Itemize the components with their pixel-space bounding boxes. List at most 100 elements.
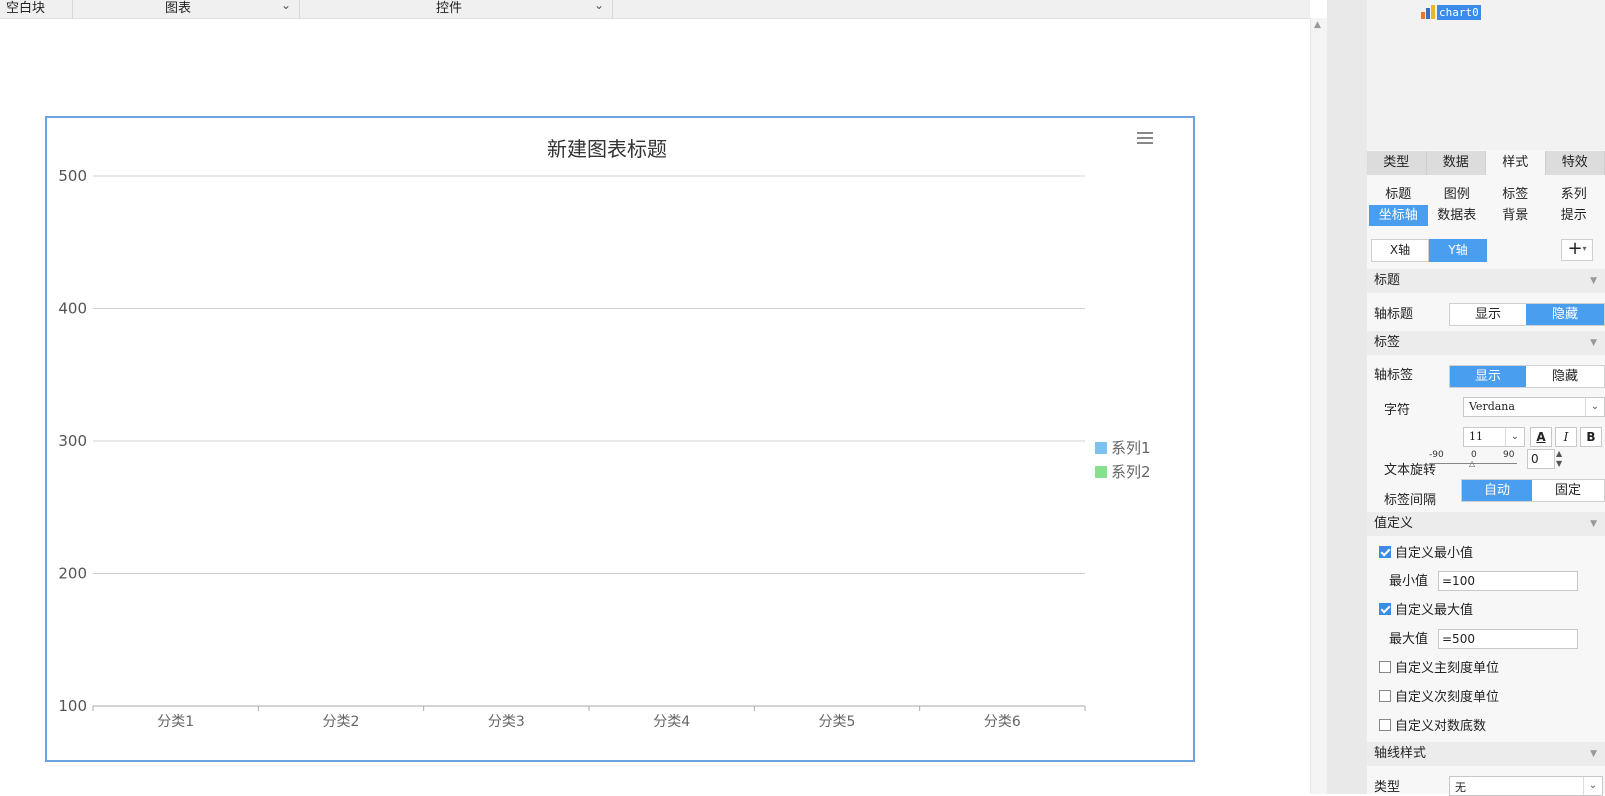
log-base-checkbox[interactable] — [1379, 719, 1391, 731]
min-value-label: 最小值 — [1389, 570, 1428, 589]
axis-title-hide-button[interactable]: 隐藏 — [1526, 304, 1604, 325]
slider-thumb-icon[interactable]: △ — [1469, 459, 1475, 468]
font-size-select[interactable]: 11 ⌄ — [1463, 427, 1525, 447]
y-axis-button[interactable]: Y轴 — [1429, 239, 1487, 262]
style-sub-tabs: 标题 图例 标签 系列 坐标轴 数据表 背景 提示 — [1369, 184, 1603, 226]
chart-title: 新建图表标题 — [547, 137, 667, 161]
widget-dropdown[interactable]: 控件 ⌄ — [300, 0, 613, 18]
major-unit-row[interactable]: 自定义主刻度单位 — [1379, 657, 1499, 676]
log-base-row[interactable]: 自定义对数底数 — [1379, 715, 1486, 734]
major-unit-label: 自定义主刻度单位 — [1395, 657, 1499, 676]
chart-widget[interactable]: 100200300400500 分类1分类2分类3分类4分类5分类6 新建图表标… — [45, 116, 1195, 762]
minor-unit-row[interactable]: 自定义次刻度单位 — [1379, 686, 1499, 705]
custom-max-label: 自定义最大值 — [1395, 599, 1473, 618]
italic-button[interactable]: I — [1555, 427, 1577, 447]
tab-style[interactable]: 样式 — [1486, 151, 1546, 175]
y-tick-label: 200 — [58, 565, 87, 583]
log-base-label: 自定义对数底数 — [1395, 715, 1486, 734]
interval-fixed-button[interactable]: 固定 — [1532, 480, 1604, 501]
interval-auto-button[interactable]: 自动 — [1462, 480, 1532, 501]
chart-dropdown-label: 图表 — [165, 0, 191, 16]
y-tick-label: 300 — [58, 432, 87, 450]
custom-min-checkbox[interactable] — [1379, 546, 1391, 558]
axis-title-show-button[interactable]: 显示 — [1450, 304, 1526, 325]
axis-label-toggle: 显示 隐藏 — [1449, 365, 1605, 388]
axis-toggle: X轴 Y轴 — [1371, 239, 1487, 262]
y-tick-label: 500 — [58, 167, 87, 185]
chevron-down-icon: ⌄ — [1585, 398, 1604, 416]
toolbar: 空白块 图表 ⌄ 控件 ⌄ — [0, 0, 1310, 19]
chart-icon — [1420, 4, 1436, 20]
y-tick-label: 400 — [58, 300, 87, 318]
legend-swatch[interactable] — [1095, 466, 1107, 478]
minor-unit-checkbox[interactable] — [1379, 690, 1391, 702]
tab-type[interactable]: 类型 — [1367, 151, 1427, 175]
x-tick-label: 分类6 — [984, 714, 1021, 730]
subtab-axis[interactable]: 坐标轴 — [1369, 205, 1428, 226]
axis-type-label: 类型 — [1374, 776, 1400, 795]
custom-min-row[interactable]: 自定义最小值 — [1379, 542, 1473, 561]
x-tick-label: 分类3 — [488, 714, 525, 730]
slider-max-tick: 90 — [1503, 450, 1514, 460]
canvas-scrollbar[interactable]: ▲ — [1310, 18, 1328, 794]
chevron-down-icon: ⌄ — [594, 0, 604, 12]
plus-icon: + — [1567, 238, 1582, 259]
axis-type-select[interactable]: 无 ⌄ — [1449, 776, 1603, 796]
tree-item-label: chart0 — [1437, 5, 1481, 20]
blank-block-button[interactable]: 空白块 — [0, 0, 73, 18]
axis-type-value: 无 — [1455, 779, 1466, 795]
major-unit-checkbox[interactable] — [1379, 661, 1391, 673]
tab-effects[interactable]: 特效 — [1546, 151, 1605, 175]
font-size-value: 11 — [1469, 430, 1483, 443]
collapse-icon: ▼ — [1590, 331, 1597, 355]
chart-menu-icon[interactable] — [1137, 132, 1153, 144]
font-label: 字符 — [1384, 399, 1410, 418]
panel-gutter — [1327, 0, 1367, 794]
section-axis-style-label: 轴线样式 — [1374, 746, 1426, 761]
spinner-arrows-icon[interactable]: ▲▼ — [1556, 449, 1568, 469]
legend-item[interactable]: 系列1 — [1111, 439, 1151, 457]
custom-max-row[interactable]: 自定义最大值 — [1379, 599, 1473, 618]
legend-item[interactable]: 系列2 — [1111, 463, 1151, 481]
max-value-label: 最大值 — [1389, 628, 1428, 647]
section-title-label: 标题 — [1374, 273, 1400, 288]
custom-max-checkbox[interactable] — [1379, 603, 1391, 615]
subtab-background[interactable]: 背景 — [1486, 205, 1545, 226]
section-title[interactable]: 标题 ▼ — [1367, 269, 1605, 293]
font-family-select[interactable]: Verdana ⌄ — [1463, 397, 1605, 417]
subtab-title[interactable]: 标题 — [1369, 184, 1428, 205]
chart-canvas: 100200300400500 分类1分类2分类3分类4分类5分类6 新建图表标… — [47, 118, 1193, 760]
section-label[interactable]: 标签 ▼ — [1367, 331, 1605, 355]
tree-item-chart0[interactable]: chart0 — [1420, 3, 1481, 21]
subtab-legend[interactable]: 图例 — [1428, 184, 1487, 205]
add-axis-button[interactable]: +▾ — [1561, 239, 1593, 261]
axis-label-hide-button[interactable]: 隐藏 — [1526, 366, 1604, 387]
legend-swatch[interactable] — [1095, 442, 1107, 454]
x-tick-label: 分类2 — [323, 714, 360, 730]
x-tick-label: 分类4 — [653, 714, 690, 730]
x-axis-button[interactable]: X轴 — [1371, 239, 1429, 262]
rotation-slider[interactable]: -90 0 90 △ — [1429, 450, 1519, 470]
tab-data[interactable]: 数据 — [1427, 151, 1487, 175]
rotation-spinner[interactable]: 0 ▲▼ — [1527, 449, 1567, 471]
section-axis-style[interactable]: 轴线样式 ▼ — [1367, 742, 1605, 766]
blank-block-label: 空白块 — [6, 0, 45, 16]
subtab-label[interactable]: 标签 — [1486, 184, 1545, 205]
subtab-data-table[interactable]: 数据表 — [1428, 205, 1487, 226]
collapse-icon: ▼ — [1590, 512, 1597, 536]
min-value-input[interactable]: =100 — [1438, 571, 1578, 591]
rotation-value[interactable]: 0 — [1527, 449, 1555, 469]
axis-label-show-button[interactable]: 显示 — [1450, 366, 1526, 387]
section-value-def[interactable]: 值定义 ▼ — [1367, 512, 1605, 536]
x-tick-label: 分类5 — [819, 714, 856, 730]
subtab-tooltip[interactable]: 提示 — [1545, 205, 1604, 226]
collapse-icon: ▼ — [1590, 269, 1597, 293]
bold-button[interactable]: B — [1580, 427, 1602, 447]
font-color-button[interactable]: A — [1530, 427, 1552, 447]
chart-dropdown[interactable]: 图表 ⌄ — [73, 0, 300, 18]
scroll-up-icon[interactable]: ▲ — [1314, 20, 1321, 30]
interval-label: 标签间隔 — [1384, 489, 1436, 508]
subtab-series[interactable]: 系列 — [1545, 184, 1604, 205]
max-value-input[interactable]: =500 — [1438, 629, 1578, 649]
slider-min-tick: -90 — [1429, 450, 1444, 460]
